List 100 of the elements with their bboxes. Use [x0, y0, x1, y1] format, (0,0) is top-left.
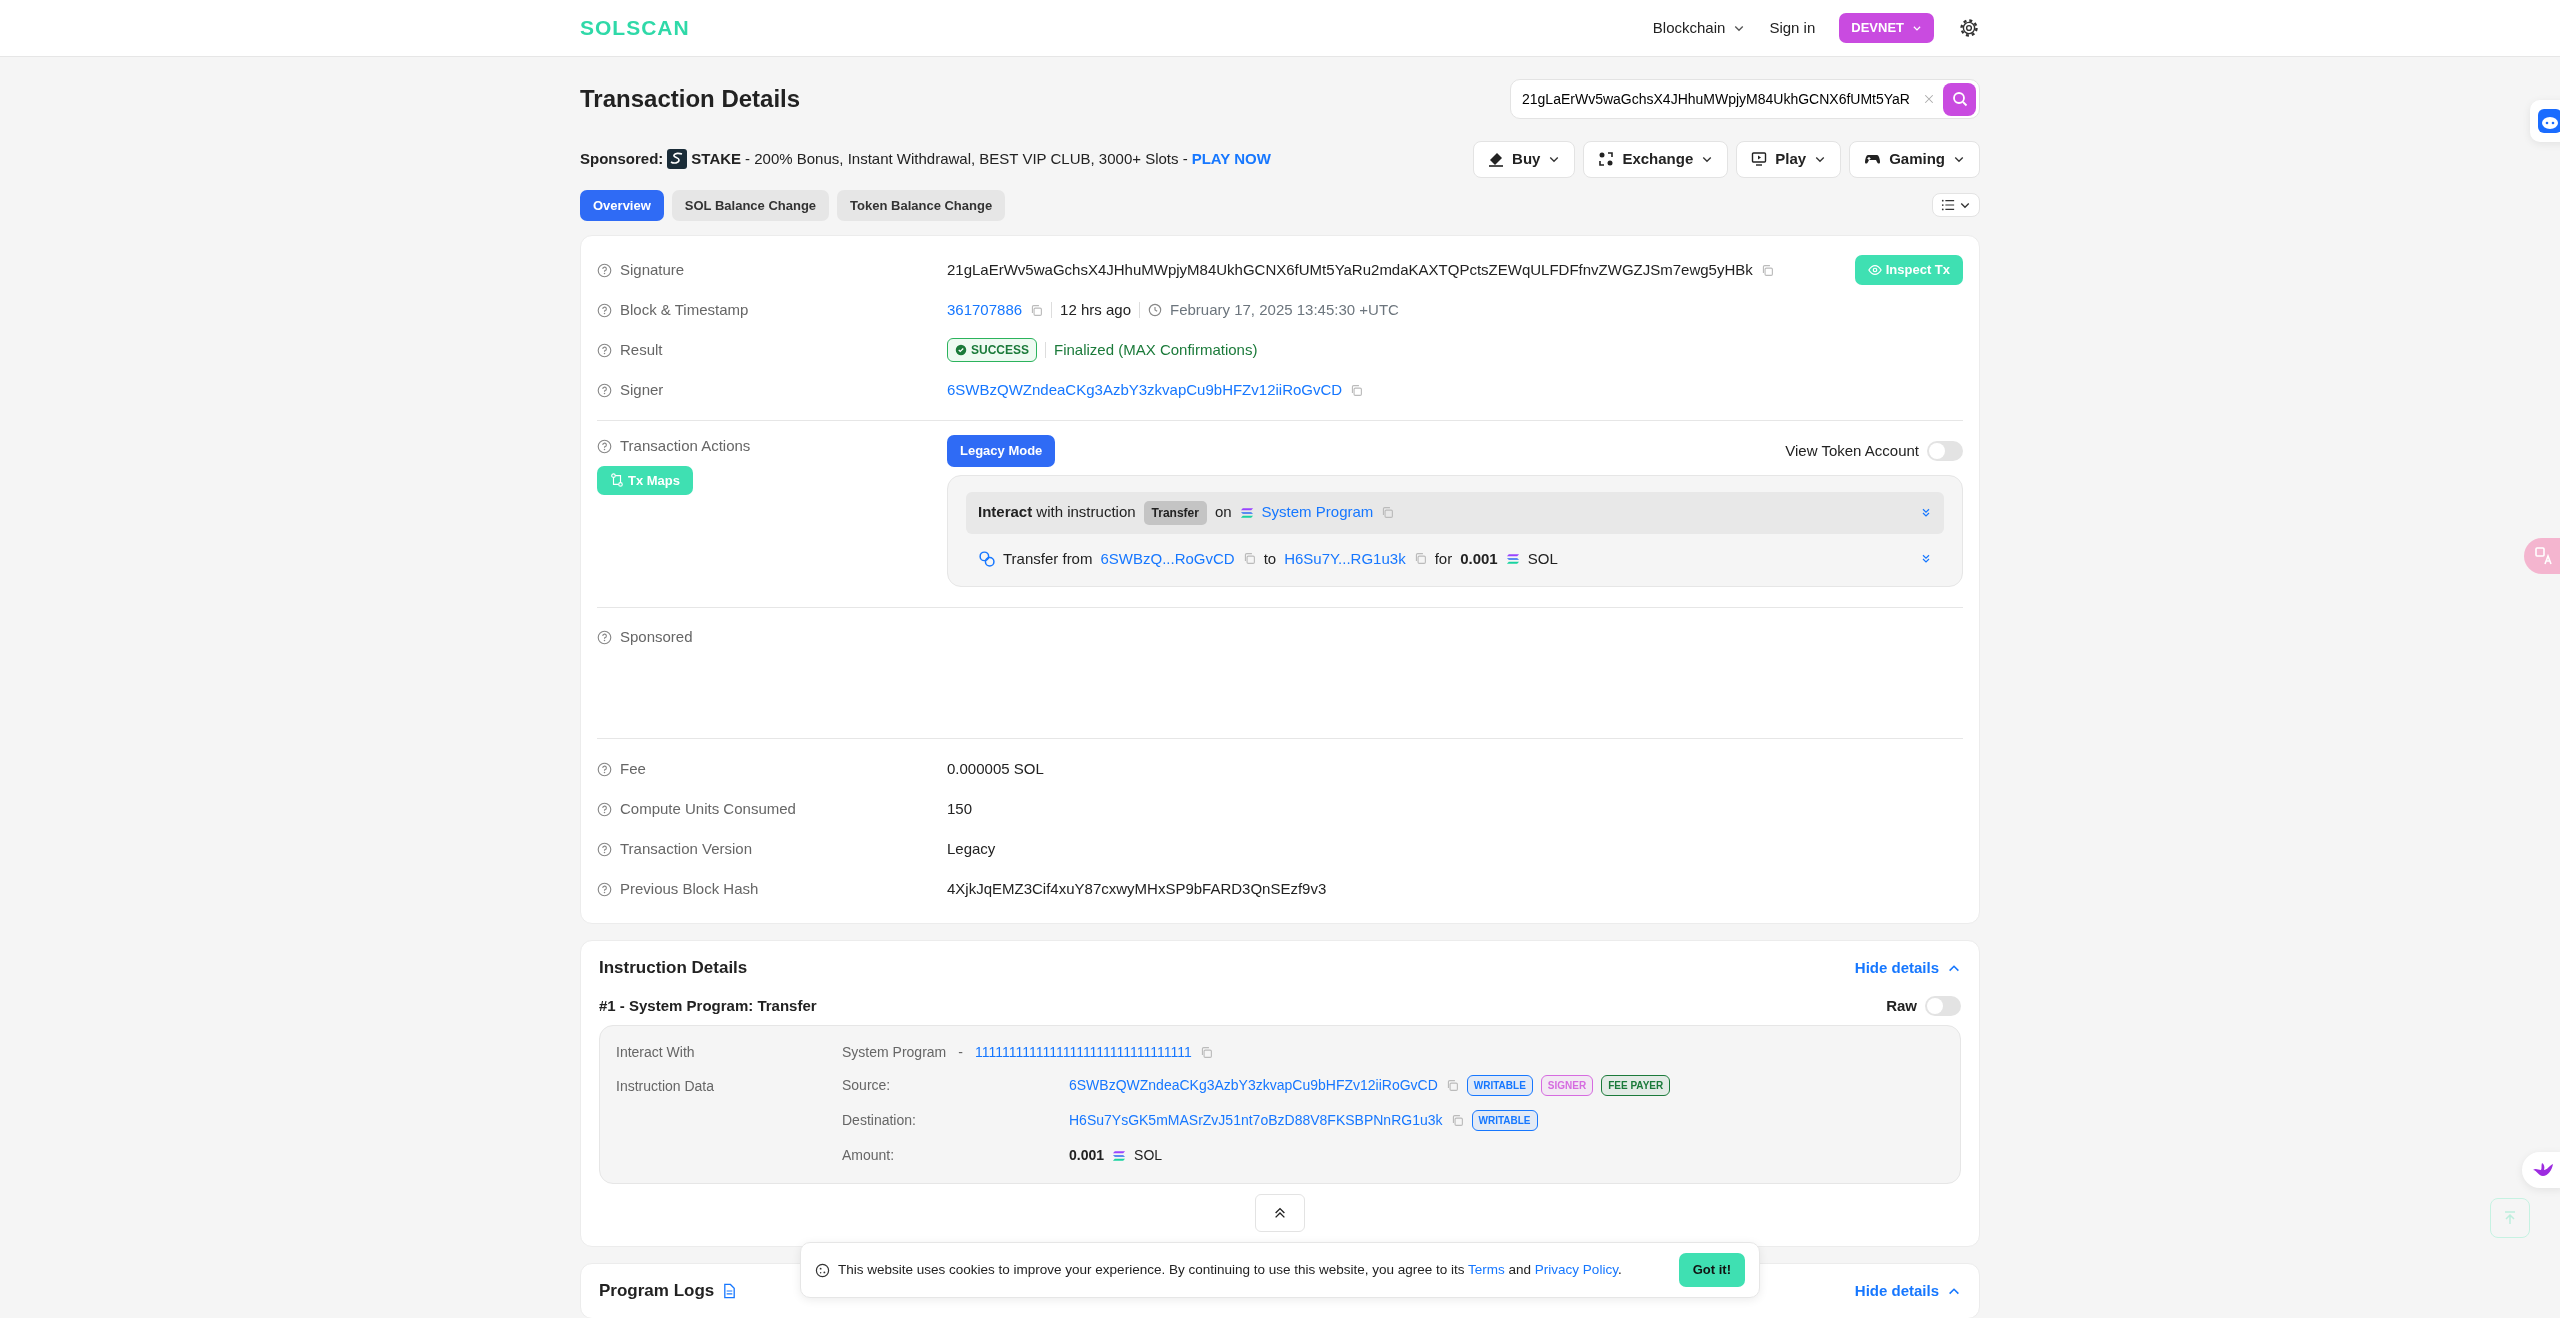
monitor-icon: [1751, 151, 1768, 168]
amount-value: 0.001: [1460, 548, 1498, 569]
copy-icon[interactable]: [1199, 1045, 1213, 1059]
copy-icon[interactable]: [1350, 383, 1364, 397]
bird-icon: [2532, 1162, 2554, 1178]
menu-dropdown[interactable]: Exchange: [1583, 141, 1729, 178]
clear-icon[interactable]: [1923, 93, 1935, 105]
search-input[interactable]: 21gLaErWv5waGchsX4JHhuMWpjyM84UkhGCNX6fUMt5YaR: [1514, 87, 1923, 111]
token-symbol: SOL: [1134, 1146, 1163, 1165]
for-text: for: [1434, 548, 1453, 569]
nav-link[interactable]: Sign in: [1769, 16, 1816, 40]
help-icon: [597, 302, 612, 318]
card-title: Instruction Details: [599, 957, 748, 979]
stake-logo: [667, 149, 688, 170]
solana-icon: [1505, 552, 1520, 565]
raw-toggle[interactable]: [1925, 995, 1961, 1016]
page-title: Transaction Details: [580, 84, 801, 114]
block-link[interactable]: 361707886: [947, 298, 1023, 322]
eye-icon: [1867, 263, 1882, 277]
help-icon: [597, 438, 612, 454]
field-label: Source:: [842, 1076, 892, 1095]
copy-icon[interactable]: [1242, 552, 1256, 566]
raw-label: Raw: [1886, 995, 1917, 1016]
signature-value: 21gLaErWv5waGchsX4JHhuMWpjyM84UkhGCNX6fUMt5YaRu2mdaKAXTQPctsZEWqULFDFfnvZWGZJSm7ewg5yHBk: [947, 259, 1753, 280]
program-link[interactable]: System Program: [1261, 501, 1374, 524]
timestamp-text: February 17, 2025 13:45:30 +UTC: [1170, 299, 1399, 320]
menu-dropdown[interactable]: Gaming: [1849, 141, 1980, 178]
instruction-type: Transfer: [1143, 500, 1207, 525]
field-value: 150: [947, 798, 973, 819]
hide-details-link[interactable]: Hide details: [1854, 956, 1961, 979]
chevron-down-icon: [1912, 23, 1922, 33]
solana-icon: [1239, 506, 1254, 519]
field-label: Transaction Version: [620, 838, 752, 859]
privacy-policy-link[interactable]: Privacy Policy: [1534, 1261, 1618, 1277]
toggle-switch[interactable]: [1927, 440, 1963, 461]
tab[interactable]: Token Balance Change: [837, 189, 1006, 221]
copy-icon[interactable]: [1413, 552, 1427, 566]
field-value: 0.000005 SOL: [947, 758, 1044, 779]
on-text: on: [1214, 502, 1232, 523]
status-badge: SUCCESS: [947, 338, 1037, 362]
robot-icon: [2538, 109, 2560, 133]
collapse-button[interactable]: [1255, 1194, 1305, 1232]
account-link[interactable]: 6SWBzQWZndeaCKg3AzbY3zkvapCu9bHFZv12iiRoGvCD: [1069, 1075, 1438, 1096]
accept-cookies-button[interactable]: Got it!: [1678, 1253, 1745, 1287]
copy-icon[interactable]: [1760, 263, 1774, 277]
clock-icon: [1148, 303, 1162, 317]
sponsored-label: Sponsored:: [580, 149, 664, 169]
route-icon: [610, 473, 624, 488]
menu-dropdown[interactable]: Buy: [1473, 141, 1576, 178]
terms-link[interactable]: Terms: [1468, 1261, 1505, 1277]
double-chevron-up-icon: [1273, 1206, 1287, 1220]
assistant-button[interactable]: [2530, 100, 2560, 142]
legacy-mode-button[interactable]: Legacy Mode: [947, 435, 1056, 467]
network-dropdown[interactable]: DEVNET: [1839, 13, 1934, 43]
menu-dropdown[interactable]: Play: [1736, 141, 1842, 178]
field-label: Transaction Actions: [620, 436, 751, 456]
account-link[interactable]: H6Su7Y...RG1u3k: [1284, 547, 1406, 570]
token-symbol: SOL: [1527, 548, 1558, 569]
tab[interactable]: SOL Balance Change: [671, 189, 830, 221]
sponsor-text: - 200% Bonus, Instant Withdrawal, BEST VIP CLUB, 3000+ Slots -: [745, 149, 1188, 169]
arrow-up-icon: [2502, 1210, 2518, 1226]
translate-button[interactable]: [2524, 538, 2560, 574]
search-button[interactable]: [1943, 82, 1976, 116]
check-circle-icon: [955, 344, 967, 356]
nav-link[interactable]: Blockchain: [1652, 16, 1746, 40]
double-chevron-down-icon[interactable]: [1920, 552, 1932, 565]
exchange-icon: [1598, 151, 1615, 168]
sponsor-brand: STAKE: [691, 149, 742, 169]
account-link[interactable]: 6SWBzQ...RoGvCD: [1100, 547, 1235, 570]
help-icon: [597, 881, 612, 897]
account-link[interactable]: H6Su7YsGK5mMASrZvJ51nt7oBzD88V8FKSBPNnRG1u3k: [1069, 1110, 1443, 1131]
toggle-label: View Token Account: [1785, 440, 1919, 461]
search-field[interactable]: 21gLaErWv5waGchsX4JHhuMWpjyM84UkhGCNX6fUMt5YaR: [1510, 79, 1980, 119]
copy-icon[interactable]: [1450, 1114, 1464, 1127]
search-icon: [1951, 91, 1968, 107]
back-to-top-button[interactable]: [2490, 1198, 2530, 1238]
bird-button[interactable]: [2522, 1152, 2560, 1188]
double-chevron-down-icon[interactable]: [1920, 506, 1932, 519]
field-label: Instruction Data: [616, 1077, 716, 1096]
play-now-link[interactable]: PLAY NOW: [1191, 148, 1271, 171]
field-value: 4XjkJqEMZ3Cif4xuY87cxwyMHxSP9bFARD3QnSEzf9v3: [947, 878, 1327, 899]
hide-details-link[interactable]: Hide details: [1854, 1279, 1961, 1302]
account-tag: SIGNER: [1540, 1075, 1594, 1096]
copy-icon[interactable]: [1030, 303, 1044, 317]
tab[interactable]: Overview: [580, 189, 664, 221]
swap-icon: [978, 550, 995, 568]
program-address-link[interactable]: 11111111111111111111111111111111: [974, 1041, 1192, 1063]
settings-icon[interactable]: [1958, 17, 1980, 39]
copy-icon[interactable]: [1445, 1079, 1459, 1092]
field-label: Signer: [620, 379, 664, 400]
field-label: Block & Timestamp: [620, 299, 749, 320]
help-icon: [597, 382, 612, 398]
help-icon: [597, 629, 612, 645]
ticket-icon: [1488, 151, 1505, 168]
copy-icon[interactable]: [1381, 506, 1395, 519]
signer-link[interactable]: 6SWBzQWZndeaCKg3AzbY3zkvapCu9bHFZv12iiRoGvCD: [947, 378, 1343, 402]
transfer-text: Transfer from: [1003, 548, 1093, 569]
view-options-button[interactable]: [1932, 193, 1980, 218]
cookie-message: This website uses cookies to improve your experience. By continuing to use this website, you agree to its Terms and Privacy Policy.: [838, 1260, 1622, 1279]
help-icon: [597, 262, 612, 278]
